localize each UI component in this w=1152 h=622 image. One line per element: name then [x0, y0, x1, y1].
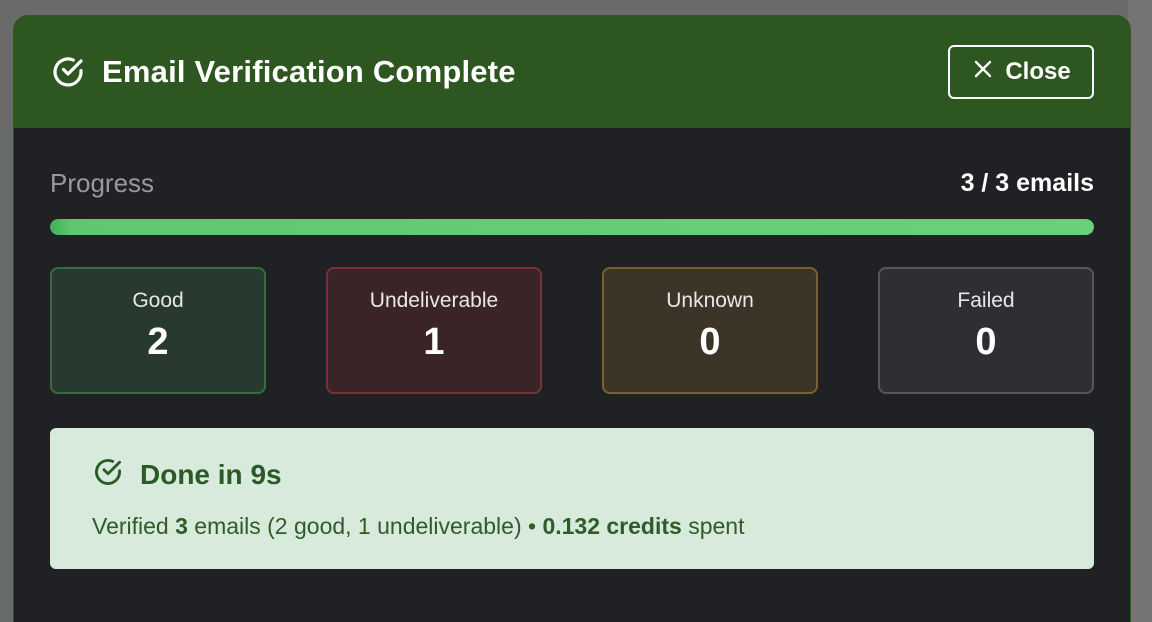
modal-body: Progress 3 / 3 emails Good 2 Undeliverab…	[14, 168, 1130, 569]
completion-summary-panel: Done in 9s Verified 3 emails (2 good, 1 …	[50, 428, 1094, 569]
check-circle-icon	[92, 456, 124, 493]
stat-value-undeliverable: 1	[423, 321, 445, 363]
progress-label: Progress	[50, 168, 155, 198]
close-button[interactable]: Close	[948, 45, 1094, 99]
stat-label-failed: Failed	[957, 289, 1015, 312]
summary-credits: 0.132 credits	[542, 513, 682, 539]
progress-bar	[50, 219, 1094, 235]
stat-card-good: Good 2	[50, 267, 266, 394]
summary-middle: emails (2 good, 1 undeliverable) •	[187, 513, 543, 539]
stat-label-undeliverable: Undeliverable	[369, 289, 499, 312]
completion-title-row: Done in 9s	[92, 456, 1052, 493]
summary-count: 3	[175, 513, 188, 539]
stat-label-good: Good	[132, 289, 184, 312]
close-icon	[973, 58, 993, 86]
progress-bar-fill	[50, 219, 1094, 235]
stat-card-unknown: Unknown 0	[602, 267, 818, 394]
summary-prefix: Verified	[92, 513, 176, 539]
check-circle-icon	[50, 54, 86, 90]
progress-header: Progress 3 / 3 emails	[50, 168, 1094, 199]
background-page-edge	[1128, 0, 1152, 622]
stat-card-failed: Failed 0	[878, 267, 1094, 394]
modal-title-group: Email Verification Complete	[50, 54, 516, 90]
modal-title: Email Verification Complete	[102, 54, 516, 89]
progress-count: 3 / 3 emails	[960, 169, 1094, 197]
completion-summary-text: Verified 3 emails (2 good, 1 undeliverab…	[92, 513, 1052, 540]
stat-value-failed: 0	[975, 321, 997, 363]
completion-title: Done in 9s	[140, 458, 282, 490]
stat-value-unknown: 0	[699, 321, 721, 363]
stat-value-good: 2	[147, 321, 169, 363]
close-button-label: Close	[1005, 58, 1071, 85]
stats-row: Good 2 Undeliverable 1 Unknown 0 Failed …	[50, 267, 1094, 394]
verification-modal: Email Verification Complete Close Progre…	[14, 16, 1130, 622]
summary-suffix: spent	[681, 513, 745, 539]
stat-card-undeliverable: Undeliverable 1	[326, 267, 542, 394]
modal-header: Email Verification Complete Close	[14, 16, 1130, 128]
stat-label-unknown: Unknown	[666, 289, 754, 312]
